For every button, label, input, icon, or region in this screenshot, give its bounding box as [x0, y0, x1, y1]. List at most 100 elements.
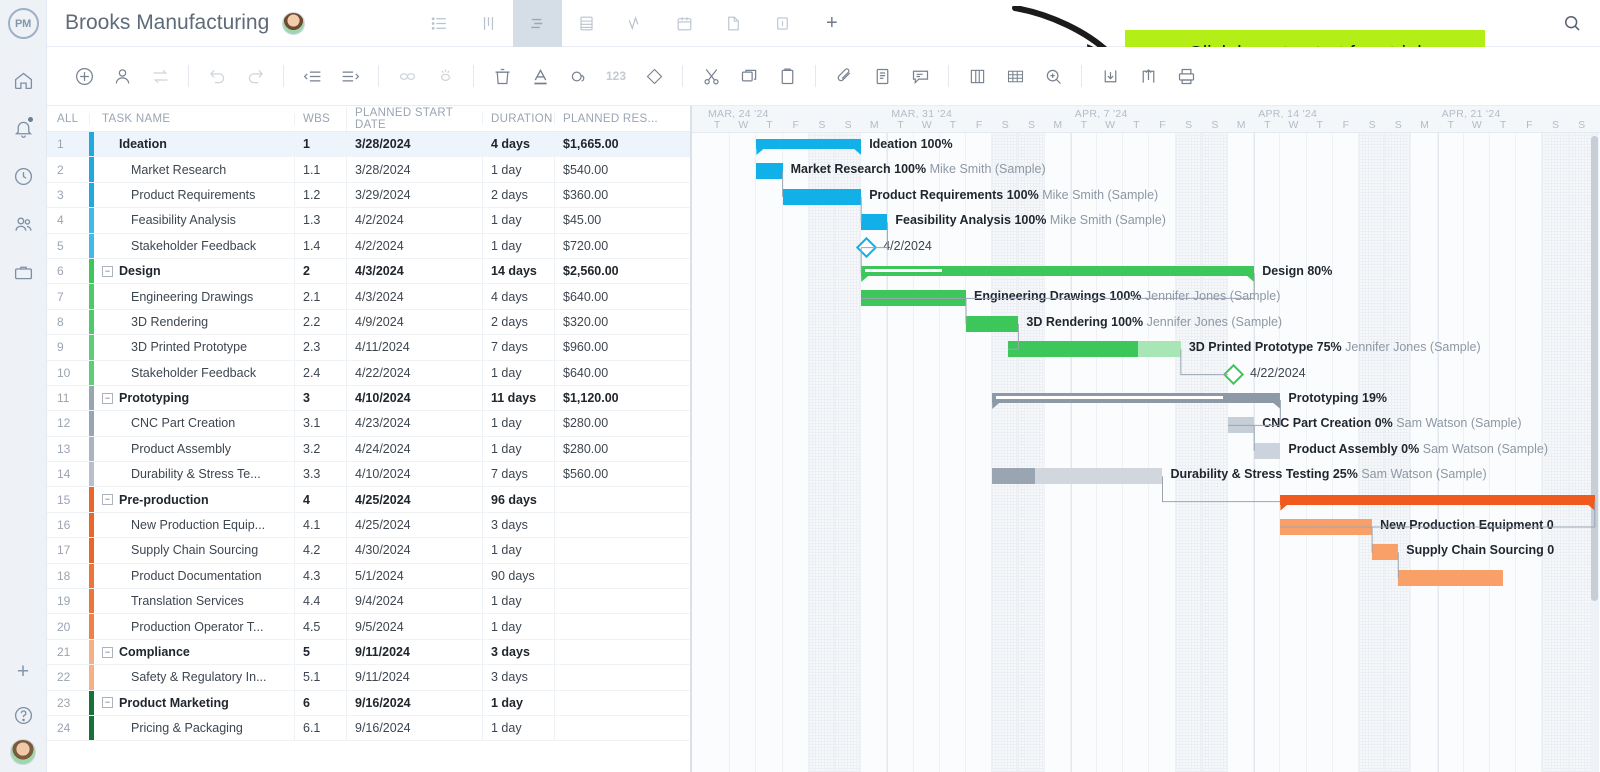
- task-name-cell[interactable]: Product Assembly: [89, 436, 294, 462]
- resource-cell[interactable]: $640.00: [554, 284, 664, 309]
- row-number[interactable]: 14: [47, 462, 89, 486]
- duration-cell[interactable]: 2 days: [482, 309, 554, 335]
- duration-cell[interactable]: 1 day: [482, 208, 554, 233]
- start-date-cell[interactable]: 4/9/2024: [346, 309, 482, 335]
- milestone-marker[interactable]: [1222, 363, 1245, 385]
- wbs-cell[interactable]: 5.1: [294, 665, 346, 690]
- row-number[interactable]: 1: [47, 132, 89, 156]
- table-row[interactable]: 8 3D Rendering 2.2 4/9/2024 2 days $320.00: [47, 309, 690, 336]
- wbs-cell[interactable]: 2.2: [294, 309, 346, 335]
- row-number[interactable]: 9: [47, 335, 89, 359]
- start-date-cell[interactable]: 4/30/2024: [346, 538, 482, 563]
- task-name-cell[interactable]: Market Research: [89, 157, 294, 182]
- task-grid[interactable]: ALL TASK NAME WBS PLANNED START DATE DUR…: [47, 106, 692, 772]
- wbs-cell[interactable]: 2.1: [294, 284, 346, 309]
- row-number[interactable]: 13: [47, 437, 89, 461]
- row-number[interactable]: 18: [47, 564, 89, 588]
- wbs-cell[interactable]: 3: [294, 385, 346, 411]
- resource-cell[interactable]: [554, 715, 664, 741]
- column-duration[interactable]: DURATION: [482, 112, 554, 125]
- row-number[interactable]: 23: [47, 691, 89, 715]
- task-bar[interactable]: [861, 214, 888, 231]
- resource-cell[interactable]: $720.00: [554, 233, 664, 258]
- resource-cell[interactable]: $320.00: [554, 309, 664, 335]
- wbs-cell[interactable]: 1.4: [294, 233, 346, 258]
- wbs-cell[interactable]: 4.3: [294, 563, 346, 589]
- duration-cell[interactable]: 3 days: [482, 665, 554, 690]
- fill-color-icon[interactable]: [563, 61, 593, 91]
- assign-user-icon[interactable]: [107, 61, 137, 91]
- collapse-toggle[interactable]: −: [102, 392, 113, 404]
- start-date-cell[interactable]: 3/28/2024: [346, 132, 482, 157]
- indent-icon[interactable]: [335, 61, 365, 91]
- table-row[interactable]: 2 Market Research 1.1 3/28/2024 1 day $540.00: [47, 157, 690, 183]
- table-row[interactable]: 10 Stakeholder Feedback 2.4 4/22/2024 1 day $…: [47, 360, 690, 386]
- tab-sheet[interactable]: [562, 0, 611, 47]
- task-bar[interactable]: [1228, 417, 1255, 434]
- duration-cell[interactable]: 11 days: [482, 385, 554, 411]
- duration-cell[interactable]: 1 day: [482, 436, 554, 462]
- wbs-cell[interactable]: 1: [294, 132, 346, 157]
- task-bar[interactable]: [1254, 442, 1281, 459]
- start-date-cell[interactable]: 4/2/2024: [346, 233, 482, 258]
- start-date-cell[interactable]: 4/25/2024: [346, 487, 482, 512]
- task-name-cell[interactable]: − Pre-production: [89, 487, 294, 512]
- copy-icon[interactable]: [734, 61, 764, 91]
- comment-icon[interactable]: [905, 61, 935, 91]
- resource-cell[interactable]: [554, 589, 664, 614]
- summary-bar[interactable]: [756, 139, 862, 149]
- tab-pages[interactable]: [709, 0, 758, 47]
- row-number[interactable]: 4: [47, 208, 89, 232]
- task-name-cell[interactable]: Durability & Stress Te...: [89, 462, 294, 487]
- tab-list[interactable]: [415, 0, 464, 47]
- duration-cell[interactable]: 96 days: [482, 487, 554, 512]
- wbs-cell[interactable]: 4.1: [294, 512, 346, 538]
- table-row[interactable]: 3 Product Requirements 1.2 3/29/2024 2 days $…: [47, 182, 690, 209]
- grid-icon[interactable]: [1000, 61, 1030, 91]
- task-name-cell[interactable]: − Product Marketing: [89, 690, 294, 715]
- task-name-cell[interactable]: Supply Chain Sourcing: [89, 538, 294, 563]
- row-number[interactable]: 16: [47, 513, 89, 537]
- start-date-cell[interactable]: 9/4/2024: [346, 589, 482, 614]
- add-task-icon[interactable]: [69, 61, 99, 91]
- start-date-cell[interactable]: 4/22/2024: [346, 360, 482, 385]
- column-all[interactable]: ALL: [47, 113, 89, 125]
- duration-cell[interactable]: 1 day: [482, 589, 554, 614]
- add-button[interactable]: +: [3, 651, 43, 691]
- wbs-cell[interactable]: 4.4: [294, 589, 346, 614]
- table-row[interactable]: 23− Product Marketing 6 9/16/2024 1 day: [47, 690, 690, 716]
- task-name-cell[interactable]: Engineering Drawings: [89, 284, 294, 309]
- project-owner-avatar[interactable]: [282, 11, 306, 35]
- wbs-cell[interactable]: 4.2: [294, 538, 346, 563]
- task-name-cell[interactable]: 3D Rendering: [89, 309, 294, 335]
- duration-cell[interactable]: 2 days: [482, 182, 554, 208]
- task-name-cell[interactable]: Safety & Regulatory In...: [89, 665, 294, 690]
- row-number[interactable]: 11: [47, 386, 89, 410]
- milestone-icon[interactable]: [639, 61, 669, 91]
- resource-cell[interactable]: $960.00: [554, 335, 664, 360]
- row-number[interactable]: 10: [47, 361, 89, 385]
- tab-dashboard[interactable]: [758, 0, 807, 47]
- resource-cell[interactable]: $45.00: [554, 208, 664, 233]
- table-row[interactable]: 5 Stakeholder Feedback 1.4 4/2/2024 1 day $72…: [47, 233, 690, 259]
- search-icon[interactable]: [1562, 13, 1582, 38]
- duration-cell[interactable]: 1 day: [482, 614, 554, 639]
- task-name-cell[interactable]: Stakeholder Feedback: [89, 360, 294, 385]
- collapse-toggle[interactable]: −: [102, 697, 113, 709]
- home-icon[interactable]: [3, 56, 43, 104]
- summary-bar[interactable]: [992, 393, 1281, 403]
- task-name-cell[interactable]: Stakeholder Feedback: [89, 233, 294, 258]
- collapse-toggle[interactable]: −: [102, 265, 113, 277]
- wbs-cell[interactable]: 1.2: [294, 182, 346, 208]
- help-icon[interactable]: [3, 691, 43, 739]
- resource-cell[interactable]: $2,560.00: [554, 258, 664, 284]
- task-bar[interactable]: [756, 163, 783, 180]
- task-name-cell[interactable]: Product Documentation: [89, 563, 294, 589]
- row-number[interactable]: 12: [47, 411, 89, 435]
- resource-cell[interactable]: $1,665.00: [554, 132, 664, 157]
- number-format-icon[interactable]: 123: [601, 61, 631, 91]
- task-name-cell[interactable]: Pricing & Packaging: [89, 715, 294, 741]
- resource-cell[interactable]: $1,120.00: [554, 385, 664, 411]
- add-view-button[interactable]: +: [807, 0, 856, 47]
- tab-board[interactable]: [464, 0, 513, 47]
